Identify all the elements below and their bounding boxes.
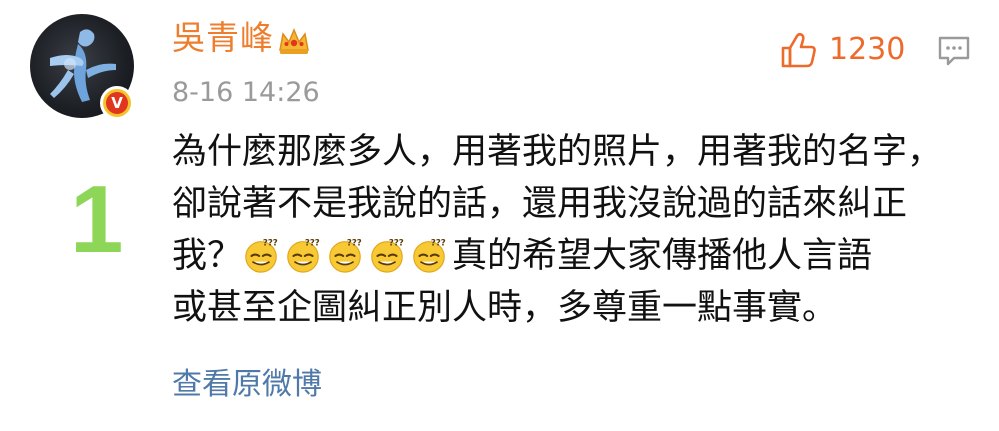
body-line: 真的希望大家傳播他人言語 [452, 236, 873, 276]
svg-text:???: ??? [263, 239, 278, 249]
svg-text:???: ??? [431, 239, 446, 249]
body-line: 我？ [172, 236, 243, 276]
like-count: 1230 [829, 32, 906, 67]
post-timestamp: 8-16 14:26 [172, 77, 320, 108]
body-line: 或甚至企圖糾正別人時，多尊重一點事實。 [172, 288, 838, 328]
verified-v-icon: V [106, 92, 128, 114]
body-line-with-emoji: 我？??????????????? 真的希望大家傳播他人言語 [172, 230, 972, 282]
svg-text:???: ??? [389, 239, 404, 249]
list-number: 1 [70, 166, 124, 273]
crown-icon [279, 28, 309, 54]
thinking-face-emoji: ??? [371, 239, 404, 273]
post-body: 為什麼那麼多人，用著我的照片，用著我的名字， 卻說著不是我說的話，還用我沒說過的… [172, 126, 972, 334]
svg-text:???: ??? [347, 239, 362, 249]
emoji-row: ??????????????? [242, 236, 452, 276]
thinking-face-emoji: ??? [413, 239, 446, 273]
thinking-face-emoji: ??? [287, 239, 320, 273]
weibo-comment-card: V 吳青峰 8-16 14:26 1230 1 為什麼那麼多人，用著我的照片，用… [0, 0, 999, 431]
view-original-link[interactable]: 查看原微博 [172, 366, 322, 404]
username[interactable]: 吳青峰 [172, 18, 274, 58]
verified-badge: V [100, 86, 134, 120]
thinking-face-emoji: ??? [329, 239, 362, 273]
thumbs-up-icon [781, 32, 816, 68]
svg-text:???: ??? [305, 239, 320, 249]
body-line: 為什麼那麼多人，用著我的照片，用著我的名字， [172, 132, 943, 172]
like-button[interactable]: 1230 [779, 30, 905, 70]
body-line: 卻說著不是我說的話，還用我沒說過的話來糾正 [172, 184, 908, 224]
thinking-face-emoji: ??? [245, 239, 278, 273]
comment-icon[interactable] [937, 34, 971, 68]
